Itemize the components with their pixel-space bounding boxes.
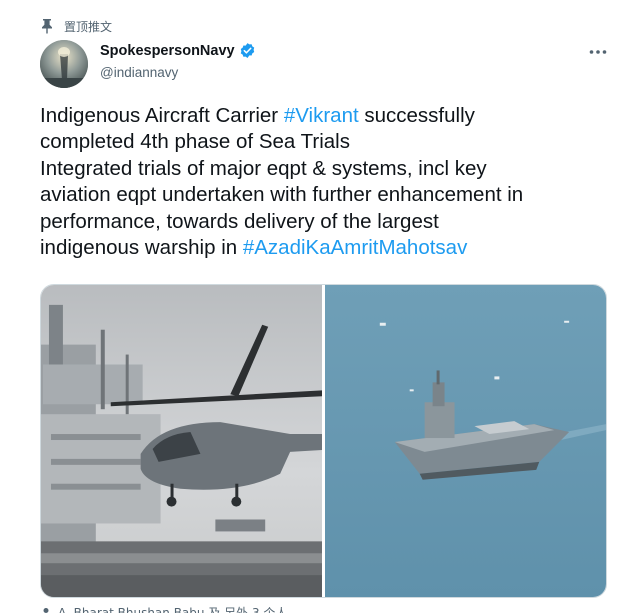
media-photo-carrier[interactable] <box>325 285 606 597</box>
hashtag-vikrant-link[interactable]: #Vikrant <box>284 104 359 127</box>
tweet-text-segment: successfully <box>358 104 475 127</box>
tweet-line-4: aviation eqpt undertaken with further en… <box>40 183 524 207</box>
pinned-label: 置顶推文 <box>64 19 113 34</box>
more-options-button[interactable] <box>586 40 610 64</box>
tagged-people-label[interactable]: A. Bharat Bhushan Babu 及 另外 3 个人 <box>58 604 287 613</box>
media-photo-helicopter[interactable] <box>41 285 322 597</box>
pinned-indicator: 置顶推文 <box>40 16 112 36</box>
tweet-media-grid <box>40 284 607 598</box>
tweet-line-3: Integrated trials of major eqpt & system… <box>40 156 487 180</box>
author-handle[interactable]: @indiannavy <box>100 65 178 80</box>
helicopter-photo-icon <box>41 285 322 597</box>
tweet-line-6: indigenous warship in #AzadiKaAmritMahot… <box>40 235 610 261</box>
hashtag-azadi-link[interactable]: #AzadiKaAmritMahotsav <box>243 236 467 259</box>
tweet-line-5: performance, towards delivery of the lar… <box>40 209 439 233</box>
tagged-people[interactable]: A. Bharat Bhushan Babu 及 另外 3 个人 <box>40 604 287 613</box>
tweet-text-segment: indigenous warship in <box>40 236 243 260</box>
person-icon <box>43 607 49 613</box>
avatar-image <box>40 40 88 88</box>
aircraft-carrier-photo-icon <box>325 285 606 597</box>
more-options-icon <box>589 50 607 54</box>
author-display-name[interactable]: SpokespersonNavy <box>100 43 235 59</box>
tweet-text: Indigenous Aircraft Carrier #Vikrant suc… <box>40 103 610 261</box>
pin-icon <box>42 19 52 34</box>
avatar[interactable] <box>40 40 88 88</box>
tweet-line-1: Indigenous Aircraft Carrier #Vikrant suc… <box>40 103 610 129</box>
tweet-line-2: completed 4th phase of Sea Trials <box>40 130 350 154</box>
author-name-row[interactable]: SpokespersonNavy <box>100 42 256 59</box>
tweet-text-segment: Indigenous Aircraft Carrier <box>40 104 284 127</box>
verified-badge-icon <box>240 43 254 58</box>
